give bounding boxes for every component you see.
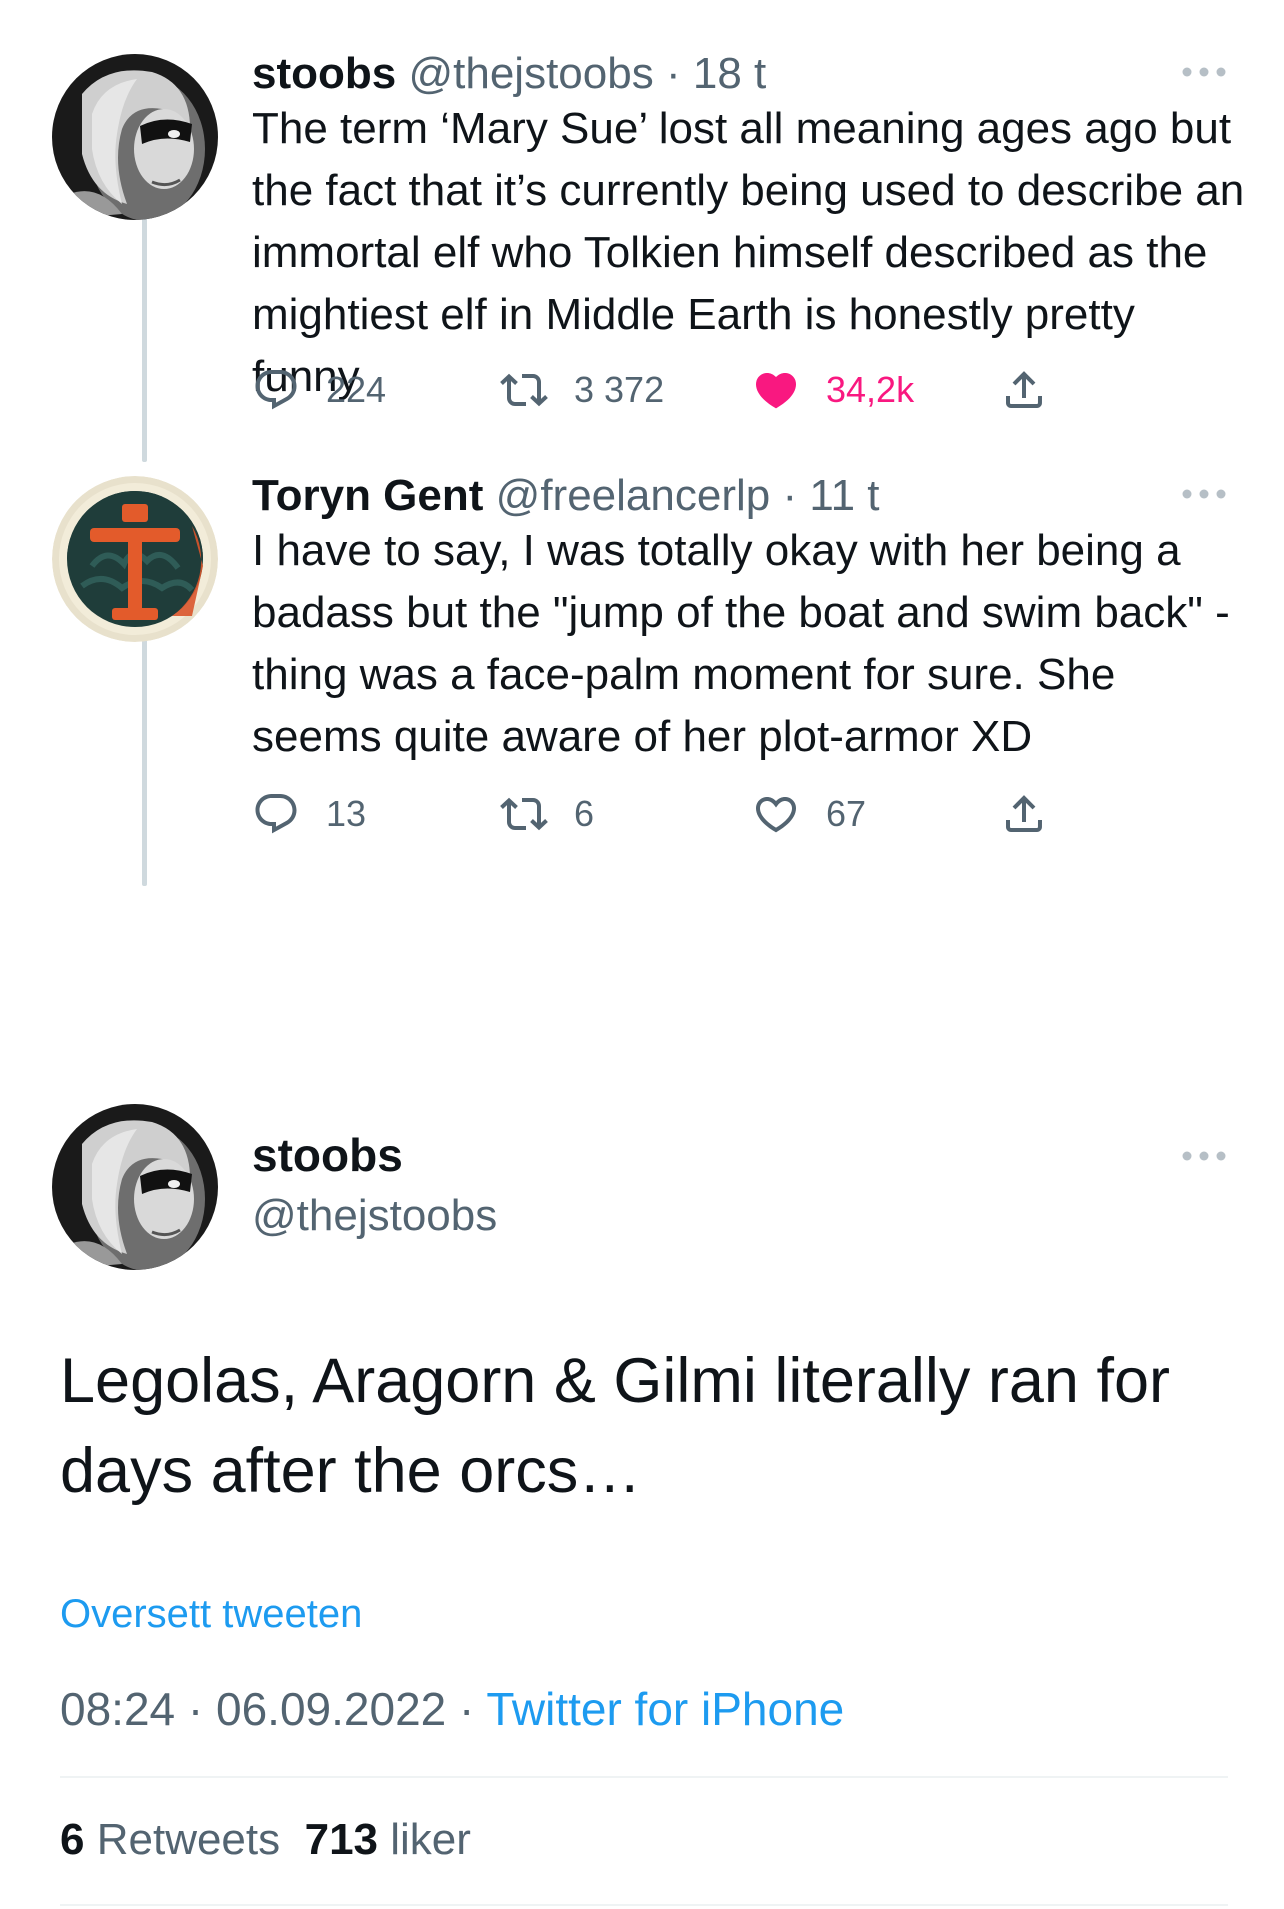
thread-line [142,200,147,462]
tweet-source-link[interactable]: Twitter for iPhone [486,1683,844,1735]
tweet-meta: 08:24 · 06.09.2022 · Twitter for iPhone [60,1686,844,1732]
like-count: 67 [826,793,867,834]
more-icon[interactable] [1180,486,1228,502]
retweet-button[interactable]: 6 [500,790,594,838]
author-handle[interactable]: @thejstoobs [408,49,653,98]
like-button[interactable]: 34,2k [752,366,914,414]
share-button[interactable] [1000,790,1074,838]
author-name[interactable]: Toryn Gent [252,471,483,520]
retweet-count: 6 [574,793,595,834]
retweet-icon [500,790,548,838]
share-icon [1000,366,1048,414]
tweet-text: The term ‘Mary Sue’ lost all meaning age… [252,104,1245,401]
tweet-header: stoobs @thejstoobs · 18 t [252,52,766,96]
engagement-stats: 6 Retweets 713 liker [60,1818,471,1862]
separator: · [459,1683,475,1735]
avatar[interactable] [52,476,218,642]
likes-link[interactable]: 713 liker [305,1815,471,1864]
retweet-button[interactable]: 3 372 [500,366,664,414]
thread-line [142,624,147,886]
author-handle[interactable]: @thejstoobs [252,1194,497,1238]
retweet-icon [500,366,548,414]
timestamp[interactable]: 11 t [809,471,879,520]
like-button[interactable]: 67 [752,790,866,838]
heart-icon [752,366,800,414]
focused-tweet-text: Legolas, Aragorn & Gilmi literally ran f… [60,1346,1170,1506]
tweet-text: I have to say, I was totally okay with h… [252,526,1230,761]
share-icon [1000,790,1048,838]
author-name[interactable]: stoobs [252,49,396,98]
reply-count: 224 [326,369,387,410]
retweet-label: Retweets [96,1815,281,1864]
avatar[interactable] [52,54,218,220]
translate-link[interactable]: Oversett tweeten [60,1594,362,1634]
like-total: 713 [304,1815,379,1864]
avatar[interactable] [52,1104,218,1270]
retweets-link[interactable]: 6 Retweets [60,1815,280,1864]
retweet-total: 6 [60,1815,85,1864]
tweet-time[interactable]: 08:24 [60,1683,175,1735]
reply-count: 13 [326,793,367,834]
separator: · [782,471,798,520]
author-handle[interactable]: @freelancerlp [496,471,771,520]
reply-button[interactable]: 224 [252,366,386,414]
reply-icon [252,790,300,838]
heart-icon [752,790,800,838]
reply-icon [252,366,300,414]
author-name[interactable]: stoobs [252,1132,403,1178]
timestamp[interactable]: 18 t [693,49,766,98]
separator: · [665,49,681,98]
share-button[interactable] [1000,366,1074,414]
like-count: 34,2k [826,369,915,410]
more-icon[interactable] [1180,64,1228,80]
divider [60,1904,1228,1906]
retweet-count: 3 372 [574,369,665,410]
reply-button[interactable]: 13 [252,790,366,838]
like-label: liker [390,1815,471,1864]
separator: · [187,1683,204,1735]
more-icon[interactable] [1180,1148,1228,1164]
tweet-header: Toryn Gent @freelancerlp · 11 t [252,474,879,518]
divider [60,1776,1228,1778]
tweet-date[interactable]: 06.09.2022 [216,1683,446,1735]
